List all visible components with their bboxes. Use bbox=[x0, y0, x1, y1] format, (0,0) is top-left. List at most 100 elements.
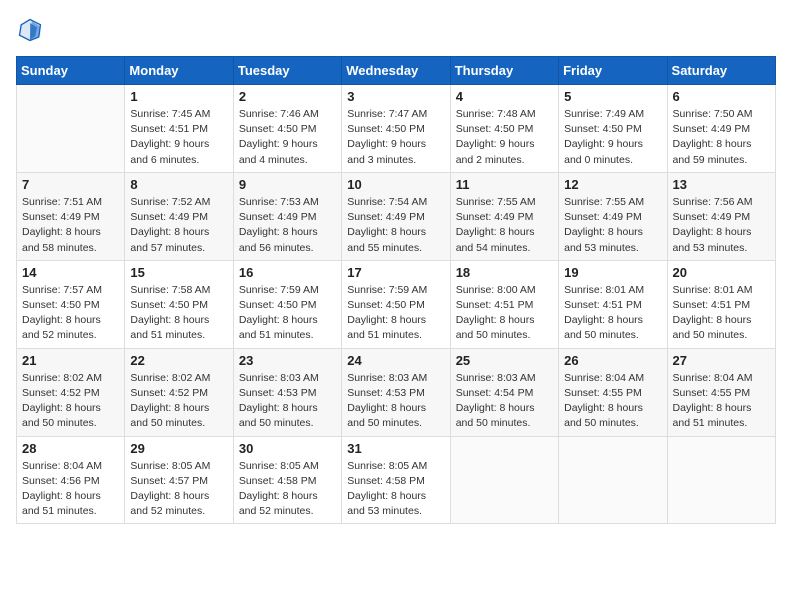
day-number: 24 bbox=[347, 353, 444, 368]
calendar-cell: 4 Sunrise: 7:48 AM Sunset: 4:50 PM Daylig… bbox=[450, 85, 558, 173]
calendar-table: SundayMondayTuesdayWednesdayThursdayFrid… bbox=[16, 56, 776, 524]
calendar-cell bbox=[559, 436, 667, 524]
day-info: Sunrise: 8:03 AM Sunset: 4:54 PM Dayligh… bbox=[456, 371, 553, 432]
day-number: 3 bbox=[347, 89, 444, 104]
day-number: 4 bbox=[456, 89, 553, 104]
calendar-cell: 29 Sunrise: 8:05 AM Sunset: 4:57 PM Dayli… bbox=[125, 436, 233, 524]
calendar-cell: 14Sunrise: 7:57 AM Sunset: 4:50 PM Dayli… bbox=[17, 260, 125, 348]
day-info: Sunrise: 8:04 AM Sunset: 4:55 PM Dayligh… bbox=[564, 371, 661, 432]
calendar-header-row: SundayMondayTuesdayWednesdayThursdayFrid… bbox=[17, 57, 776, 85]
calendar-cell: 5 Sunrise: 7:49 AM Sunset: 4:50 PM Daylig… bbox=[559, 85, 667, 173]
day-number: 31 bbox=[347, 441, 444, 456]
calendar-header-sunday: Sunday bbox=[17, 57, 125, 85]
page-header bbox=[16, 16, 776, 44]
logo bbox=[16, 16, 48, 44]
calendar-week-row: 21 Sunrise: 8:02 AM Sunset: 4:52 PM Dayli… bbox=[17, 348, 776, 436]
day-info: Sunrise: 7:55 AM Sunset: 4:49 PM Dayligh… bbox=[456, 195, 553, 256]
calendar-cell: 20 Sunrise: 8:01 AM Sunset: 4:51 PM Dayli… bbox=[667, 260, 775, 348]
day-info: Sunrise: 7:56 AM Sunset: 4:49 PM Dayligh… bbox=[673, 195, 770, 256]
calendar-cell: 21 Sunrise: 8:02 AM Sunset: 4:52 PM Dayli… bbox=[17, 348, 125, 436]
calendar-cell: 3 Sunrise: 7:47 AM Sunset: 4:50 PM Daylig… bbox=[342, 85, 450, 173]
day-info: Sunrise: 8:02 AM Sunset: 4:52 PM Dayligh… bbox=[130, 371, 227, 432]
day-info: Sunrise: 7:55 AM Sunset: 4:49 PM Dayligh… bbox=[564, 195, 661, 256]
day-number: 20 bbox=[673, 265, 770, 280]
day-number: 18 bbox=[456, 265, 553, 280]
calendar-header-saturday: Saturday bbox=[667, 57, 775, 85]
calendar-cell bbox=[17, 85, 125, 173]
calendar-week-row: 7 Sunrise: 7:51 AM Sunset: 4:49 PM Daylig… bbox=[17, 172, 776, 260]
calendar-cell: 28 Sunrise: 8:04 AM Sunset: 4:56 PM Dayli… bbox=[17, 436, 125, 524]
day-info: Sunrise: 8:02 AM Sunset: 4:52 PM Dayligh… bbox=[22, 371, 119, 432]
calendar-cell: 17 Sunrise: 7:59 AM Sunset: 4:50 PM Dayli… bbox=[342, 260, 450, 348]
day-number: 9 bbox=[239, 177, 336, 192]
day-info: Sunrise: 7:53 AM Sunset: 4:49 PM Dayligh… bbox=[239, 195, 336, 256]
day-number: 8 bbox=[130, 177, 227, 192]
day-number: 26 bbox=[564, 353, 661, 368]
calendar-header-tuesday: Tuesday bbox=[233, 57, 341, 85]
day-info: Sunrise: 7:59 AM Sunset: 4:50 PM Dayligh… bbox=[239, 283, 336, 344]
day-number: 14 bbox=[22, 265, 119, 280]
day-info: Sunrise: 8:01 AM Sunset: 4:51 PM Dayligh… bbox=[564, 283, 661, 344]
day-info: Sunrise: 8:05 AM Sunset: 4:58 PM Dayligh… bbox=[239, 459, 336, 520]
calendar-cell: 2 Sunrise: 7:46 AM Sunset: 4:50 PM Daylig… bbox=[233, 85, 341, 173]
calendar-week-row: 14Sunrise: 7:57 AM Sunset: 4:50 PM Dayli… bbox=[17, 260, 776, 348]
calendar-cell: 15 Sunrise: 7:58 AM Sunset: 4:50 PM Dayli… bbox=[125, 260, 233, 348]
day-number: 12 bbox=[564, 177, 661, 192]
day-info: Sunrise: 8:05 AM Sunset: 4:58 PM Dayligh… bbox=[347, 459, 444, 520]
calendar-cell: 16Sunrise: 7:59 AM Sunset: 4:50 PM Dayli… bbox=[233, 260, 341, 348]
calendar-week-row: 28 Sunrise: 8:04 AM Sunset: 4:56 PM Dayli… bbox=[17, 436, 776, 524]
day-info: Sunrise: 7:50 AM Sunset: 4:49 PM Dayligh… bbox=[673, 107, 770, 168]
logo-icon bbox=[16, 16, 44, 44]
day-number: 21 bbox=[22, 353, 119, 368]
day-number: 23 bbox=[239, 353, 336, 368]
calendar-cell: 10 Sunrise: 7:54 AM Sunset: 4:49 PM Dayli… bbox=[342, 172, 450, 260]
calendar-cell: 26 Sunrise: 8:04 AM Sunset: 4:55 PM Dayli… bbox=[559, 348, 667, 436]
day-info: Sunrise: 7:46 AM Sunset: 4:50 PM Dayligh… bbox=[239, 107, 336, 168]
day-info: Sunrise: 7:49 AM Sunset: 4:50 PM Dayligh… bbox=[564, 107, 661, 168]
day-info: Sunrise: 8:01 AM Sunset: 4:51 PM Dayligh… bbox=[673, 283, 770, 344]
calendar-cell: 18 Sunrise: 8:00 AM Sunset: 4:51 PM Dayli… bbox=[450, 260, 558, 348]
day-number: 22 bbox=[130, 353, 227, 368]
day-number: 28 bbox=[22, 441, 119, 456]
day-info: Sunrise: 8:04 AM Sunset: 4:55 PM Dayligh… bbox=[673, 371, 770, 432]
day-number: 10 bbox=[347, 177, 444, 192]
day-info: Sunrise: 7:54 AM Sunset: 4:49 PM Dayligh… bbox=[347, 195, 444, 256]
day-number: 6 bbox=[673, 89, 770, 104]
day-info: Sunrise: 7:48 AM Sunset: 4:50 PM Dayligh… bbox=[456, 107, 553, 168]
day-info: Sunrise: 7:47 AM Sunset: 4:50 PM Dayligh… bbox=[347, 107, 444, 168]
calendar-header-friday: Friday bbox=[559, 57, 667, 85]
calendar-cell: 8 Sunrise: 7:52 AM Sunset: 4:49 PM Daylig… bbox=[125, 172, 233, 260]
calendar-week-row: 1Sunrise: 7:45 AM Sunset: 4:51 PM Daylig… bbox=[17, 85, 776, 173]
calendar-cell: 30Sunrise: 8:05 AM Sunset: 4:58 PM Dayli… bbox=[233, 436, 341, 524]
calendar-cell: 25 Sunrise: 8:03 AM Sunset: 4:54 PM Dayli… bbox=[450, 348, 558, 436]
calendar-cell: 7 Sunrise: 7:51 AM Sunset: 4:49 PM Daylig… bbox=[17, 172, 125, 260]
day-number: 27 bbox=[673, 353, 770, 368]
calendar-cell: 11 Sunrise: 7:55 AM Sunset: 4:49 PM Dayli… bbox=[450, 172, 558, 260]
day-info: Sunrise: 7:59 AM Sunset: 4:50 PM Dayligh… bbox=[347, 283, 444, 344]
day-number: 7 bbox=[22, 177, 119, 192]
day-info: Sunrise: 7:58 AM Sunset: 4:50 PM Dayligh… bbox=[130, 283, 227, 344]
day-number: 15 bbox=[130, 265, 227, 280]
calendar-cell: 12 Sunrise: 7:55 AM Sunset: 4:49 PM Dayli… bbox=[559, 172, 667, 260]
calendar-header-thursday: Thursday bbox=[450, 57, 558, 85]
calendar-cell: 19 Sunrise: 8:01 AM Sunset: 4:51 PM Dayli… bbox=[559, 260, 667, 348]
calendar-cell bbox=[667, 436, 775, 524]
day-number: 2 bbox=[239, 89, 336, 104]
calendar-cell: 31 Sunrise: 8:05 AM Sunset: 4:58 PM Dayli… bbox=[342, 436, 450, 524]
calendar-cell: 24Sunrise: 8:03 AM Sunset: 4:53 PM Dayli… bbox=[342, 348, 450, 436]
day-number: 25 bbox=[456, 353, 553, 368]
day-info: Sunrise: 7:52 AM Sunset: 4:49 PM Dayligh… bbox=[130, 195, 227, 256]
calendar-cell bbox=[450, 436, 558, 524]
day-number: 17 bbox=[347, 265, 444, 280]
day-info: Sunrise: 7:45 AM Sunset: 4:51 PM Dayligh… bbox=[130, 107, 227, 168]
calendar-cell: 1Sunrise: 7:45 AM Sunset: 4:51 PM Daylig… bbox=[125, 85, 233, 173]
day-info: Sunrise: 8:00 AM Sunset: 4:51 PM Dayligh… bbox=[456, 283, 553, 344]
day-number: 11 bbox=[456, 177, 553, 192]
day-info: Sunrise: 8:05 AM Sunset: 4:57 PM Dayligh… bbox=[130, 459, 227, 520]
calendar-cell: 23Sunrise: 8:03 AM Sunset: 4:53 PM Dayli… bbox=[233, 348, 341, 436]
day-number: 29 bbox=[130, 441, 227, 456]
day-number: 19 bbox=[564, 265, 661, 280]
day-info: Sunrise: 8:04 AM Sunset: 4:56 PM Dayligh… bbox=[22, 459, 119, 520]
day-number: 5 bbox=[564, 89, 661, 104]
day-info: Sunrise: 7:51 AM Sunset: 4:49 PM Dayligh… bbox=[22, 195, 119, 256]
